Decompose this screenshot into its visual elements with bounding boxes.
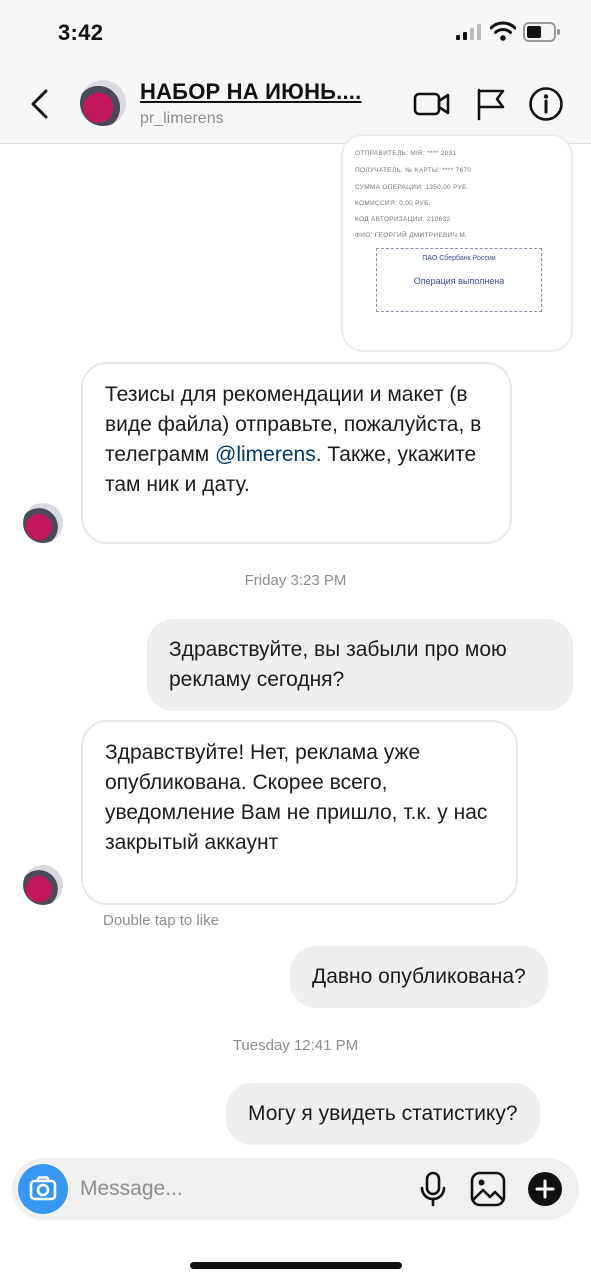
receipt-line: ОТПРАВИТЕЛЬ: MIR: **** 2031	[355, 150, 457, 157]
chat-username: pr_limerens	[140, 110, 224, 127]
sender-avatar[interactable]	[23, 503, 63, 543]
video-call-icon[interactable]	[413, 86, 451, 122]
timestamp: Friday 3:23 PM	[244, 572, 347, 589]
back-chevron-icon[interactable]	[24, 86, 56, 122]
gallery-icon[interactable]	[469, 1170, 507, 1208]
info-icon[interactable]	[527, 86, 565, 122]
receipt-stamp: ПАО Сбербанк России Операция выполнена	[376, 248, 542, 312]
microphone-icon[interactable]	[414, 1170, 452, 1208]
outgoing-message[interactable]: Могу я увидеть статистику?	[226, 1083, 540, 1145]
receipt-status: Операция выполнена	[413, 276, 505, 286]
receipt-bank-name: ПАО Сбербанк России	[422, 255, 496, 262]
receipt-line: ПОЛУЧАТЕЛЬ: № КАРТЫ: **** 7670	[355, 167, 472, 174]
camera-button[interactable]	[18, 1164, 68, 1214]
add-icon[interactable]	[526, 1170, 564, 1208]
receipt-image-message[interactable]: ОТПРАВИТЕЛЬ: MIR: **** 2031 ПОЛУЧАТЕЛЬ: …	[341, 134, 573, 352]
message-text: Здравствуйте! Нет, реклама уже опубликов…	[105, 741, 488, 854]
receipt-line: ФИО: ГЕОРГИЙ ДМИТРИЕВИЧ М.	[355, 232, 468, 239]
flag-icon[interactable]	[472, 86, 510, 122]
wifi-icon	[490, 21, 516, 41]
message-input[interactable]	[80, 1172, 380, 1206]
receipt-line: СУММА ОПЕРАЦИИ: 1350.00 РУБ.	[355, 184, 469, 191]
status-time: 3:42	[58, 20, 104, 45]
camera-icon	[29, 1176, 57, 1201]
outgoing-message[interactable]: Давно опубликована?	[290, 946, 548, 1008]
chat-title[interactable]: НАБОР НА ИЮНЬ....	[140, 79, 361, 105]
home-indicator	[190, 1262, 402, 1269]
message-text: Здравствуйте, вы забыли про мою рекламу …	[169, 638, 507, 691]
receipt-line: КОД АВТОРИЗАЦИИ: 210632	[355, 216, 451, 223]
incoming-message[interactable]: Тезисы для рекомендации и макет (в виде …	[81, 362, 512, 544]
outgoing-message[interactable]: Здравствуйте, вы забыли про мою рекламу …	[147, 619, 573, 711]
header-avatar[interactable]	[80, 80, 126, 126]
mention-link[interactable]: @limerens	[215, 443, 316, 466]
sender-avatar[interactable]	[23, 865, 63, 905]
battery-icon	[523, 22, 560, 42]
message-composer	[12, 1158, 579, 1220]
timestamp: Tuesday 12:41 PM	[232, 1037, 359, 1054]
status-bar: 3:42	[0, 0, 591, 64]
message-text: Давно опубликована?	[312, 965, 526, 988]
message-text: Могу я увидеть статистику?	[248, 1102, 518, 1125]
chat-header: НАБОР НА ИЮНЬ.... pr_limerens	[0, 64, 591, 144]
cellular-signal-icon	[456, 24, 481, 40]
double-tap-hint: Double tap to like	[103, 912, 219, 929]
receipt-line: КОМИССИЯ: 0.00 РУБ.	[355, 200, 431, 207]
incoming-message[interactable]: Здравствуйте! Нет, реклама уже опубликов…	[81, 720, 518, 905]
